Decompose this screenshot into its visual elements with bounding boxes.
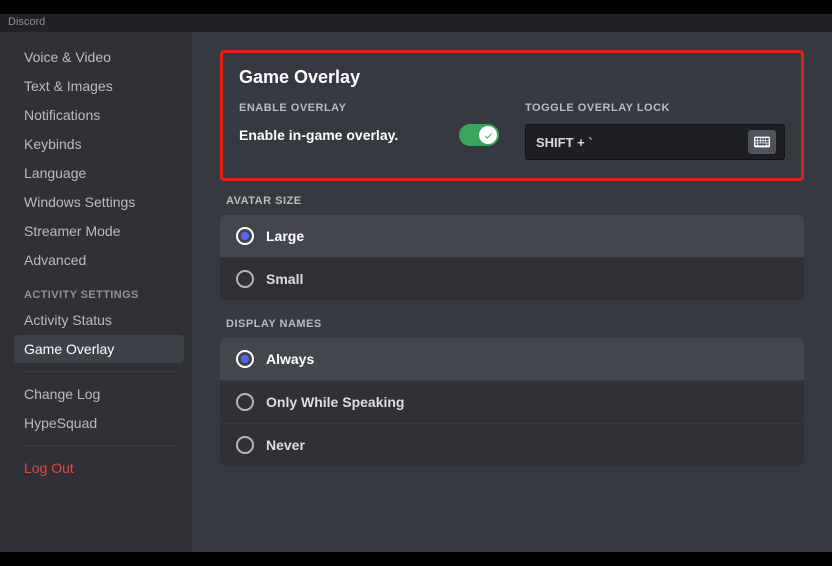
discord-settings-window: Discord Voice & Video Text & Images Noti… (0, 0, 832, 566)
sidebar-item-activity-status[interactable]: Activity Status (14, 306, 184, 334)
sidebar-item-notifications[interactable]: Notifications (14, 101, 184, 129)
radio-label: Large (266, 228, 304, 244)
sidebar-item-streamer-mode[interactable]: Streamer Mode (14, 217, 184, 245)
sidebar-item-hypesquad[interactable]: HypeSquad (14, 409, 184, 437)
radio-icon (236, 270, 254, 288)
radio-label: Always (266, 351, 314, 367)
bottom-black-bar (0, 552, 832, 566)
overlay-row: ENABLE OVERLAY Enable in-game overlay. T… (239, 102, 785, 160)
body: Voice & Video Text & Images Notification… (0, 32, 832, 552)
radio-label: Never (266, 437, 305, 453)
avatar-size-group: Large Small (220, 215, 804, 300)
keybind-input[interactable]: SHIFT + ` (525, 124, 785, 160)
top-black-bar (0, 0, 832, 14)
radio-icon (236, 393, 254, 411)
display-names-only-while-speaking[interactable]: Only While Speaking (220, 380, 804, 423)
keybind-value: SHIFT + ` (536, 135, 593, 150)
radio-label: Only While Speaking (266, 394, 404, 410)
sidebar-item-logout[interactable]: Log Out (14, 454, 184, 482)
settings-main: Game Overlay ENABLE OVERLAY Enable in-ga… (192, 32, 832, 552)
titlebar: Discord (0, 14, 832, 32)
overlay-highlight-box: Game Overlay ENABLE OVERLAY Enable in-ga… (220, 50, 804, 181)
radio-icon (236, 227, 254, 245)
check-icon (483, 130, 494, 141)
sidebar-separator (20, 371, 178, 372)
sidebar-item-game-overlay[interactable]: Game Overlay (14, 335, 184, 363)
enable-overlay-text: Enable in-game overlay. (239, 127, 398, 143)
avatar-size-small[interactable]: Small (220, 257, 804, 300)
sidebar-separator (20, 445, 178, 446)
keyboard-icon (754, 136, 770, 148)
display-names-group: Always Only While Speaking Never (220, 338, 804, 466)
sidebar-item-voice-video[interactable]: Voice & Video (14, 43, 184, 71)
sidebar-item-keybinds[interactable]: Keybinds (14, 130, 184, 158)
toggle-lock-label: TOGGLE OVERLAY LOCK (525, 102, 785, 114)
record-keybind-button[interactable] (748, 130, 776, 154)
radio-icon (236, 350, 254, 368)
enable-overlay-toggle[interactable] (459, 124, 499, 146)
avatar-size-large[interactable]: Large (220, 215, 804, 257)
settings-sidebar: Voice & Video Text & Images Notification… (0, 32, 192, 552)
toggle-knob (479, 126, 497, 144)
toggle-lock-col: TOGGLE OVERLAY LOCK SHIFT + ` (525, 102, 785, 160)
sidebar-header-activity: ACTIVITY SETTINGS (14, 275, 184, 305)
avatar-size-label: AVATAR SIZE (226, 195, 804, 207)
sidebar-item-windows-settings[interactable]: Windows Settings (14, 188, 184, 216)
radio-icon (236, 436, 254, 454)
page-title: Game Overlay (239, 67, 785, 88)
enable-overlay-row: Enable in-game overlay. (239, 124, 499, 146)
sidebar-item-language[interactable]: Language (14, 159, 184, 187)
sidebar-item-text-images[interactable]: Text & Images (14, 72, 184, 100)
display-names-label: DISPLAY NAMES (226, 318, 804, 330)
sidebar-item-advanced[interactable]: Advanced (14, 246, 184, 274)
app-title: Discord (8, 16, 45, 28)
radio-label: Small (266, 271, 303, 287)
display-names-always[interactable]: Always (220, 338, 804, 380)
enable-overlay-col: ENABLE OVERLAY Enable in-game overlay. (239, 102, 499, 160)
sidebar-item-change-log[interactable]: Change Log (14, 380, 184, 408)
enable-overlay-label: ENABLE OVERLAY (239, 102, 499, 114)
display-names-never[interactable]: Never (220, 423, 804, 466)
